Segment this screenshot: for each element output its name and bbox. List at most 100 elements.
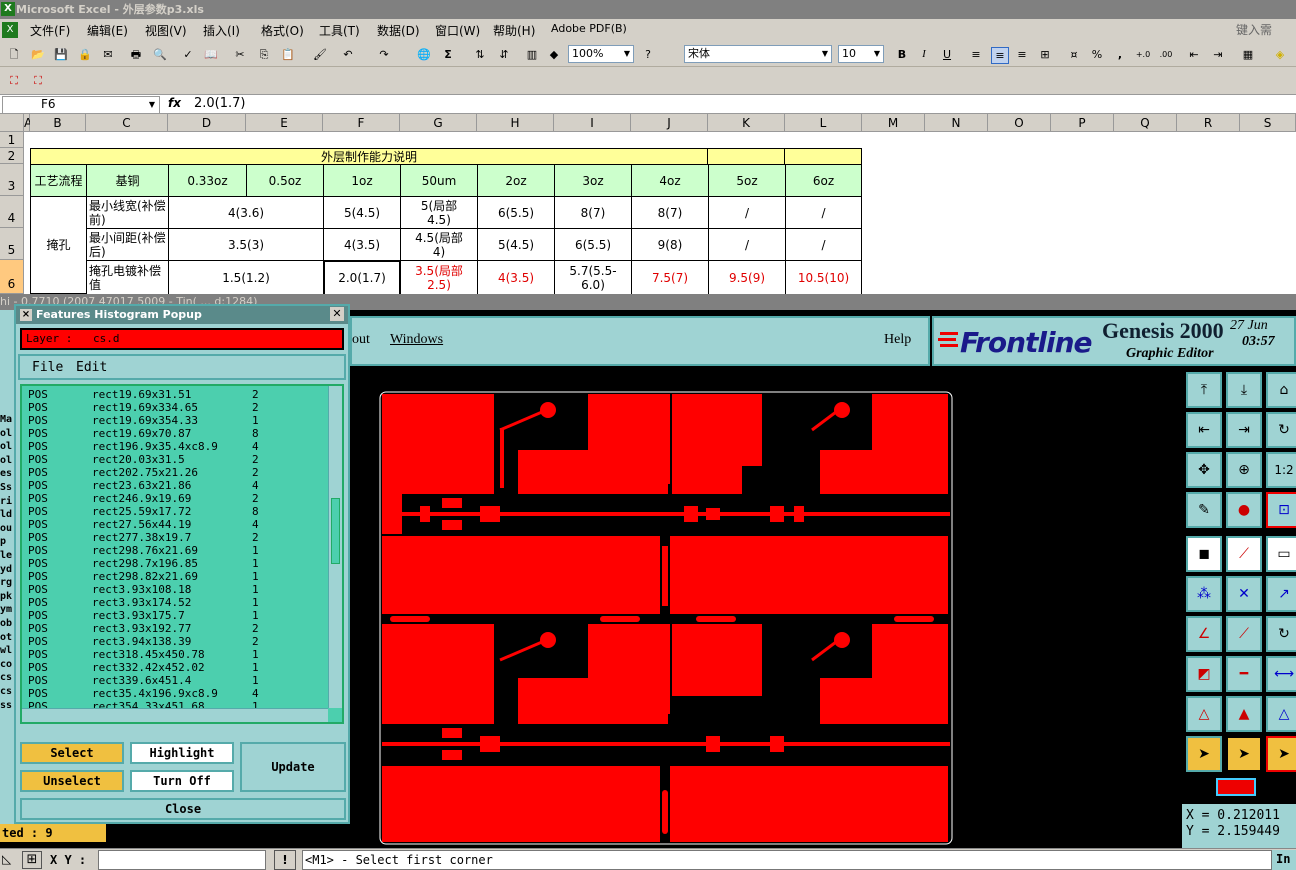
header-col[interactable]: 6oz (785, 164, 862, 197)
table-cell[interactable]: 6(5.5) (477, 196, 555, 229)
close-icon[interactable]: ✕ (330, 307, 344, 321)
pan-left-icon[interactable]: ⇤ (1186, 412, 1222, 448)
left-strip-label[interactable]: Ss (0, 482, 14, 493)
left-strip-label[interactable]: rg (0, 577, 14, 588)
list-item[interactable]: POS rect298.76x21.69 1 (28, 544, 259, 557)
pointer-alt-icon[interactable]: ➤ (1266, 736, 1296, 772)
zoom-in-icon[interactable]: ⤓ (1226, 372, 1262, 408)
column-header-o[interactable]: O (988, 114, 1051, 132)
align-right-icon[interactable]: ≡ (1014, 47, 1030, 62)
merge-center-icon[interactable]: ⊞ (1037, 47, 1053, 62)
table-cell[interactable]: 3.5(3) (168, 228, 324, 261)
close-button[interactable]: Close (20, 798, 346, 820)
currency-icon[interactable]: ¤ (1066, 47, 1082, 62)
help-icon[interactable]: ? (640, 47, 656, 62)
select-button[interactable]: Select (20, 742, 124, 764)
column-header-b[interactable]: B (30, 114, 86, 132)
chart-wizard-icon[interactable]: ▥ (524, 47, 540, 62)
column-header-g[interactable]: G (400, 114, 477, 132)
table-cell[interactable]: 4(3.6) (168, 196, 324, 229)
window-menu-icon[interactable]: ⨯ (20, 309, 32, 321)
menu-adobe-pdf[interactable]: Adobe PDF(B) (551, 22, 627, 35)
borders-icon[interactable]: ▦ (1240, 47, 1256, 62)
active-layer-indicator[interactable] (1216, 778, 1256, 796)
excel-doc-icon[interactable]: X (2, 22, 18, 38)
table-cell[interactable]: 9(8) (631, 228, 709, 261)
table-cell[interactable]: 4.5(局部4) (400, 228, 478, 261)
column-header-e[interactable]: E (246, 114, 323, 132)
highlight-button[interactable]: Highlight (130, 742, 234, 764)
decrease-decimal-icon[interactable]: .00 (1158, 47, 1174, 62)
pdf-email-icon[interactable]: ⛶ (30, 73, 46, 88)
table-cell[interactable]: / (785, 196, 862, 229)
row-header-3[interactable]: 3 (0, 164, 24, 196)
menu-edit[interactable]: 编辑(E) (87, 22, 128, 39)
list-item[interactable]: POS rect277.38x19.7 2 (28, 531, 259, 544)
comma-button[interactable]: , (1112, 47, 1128, 62)
list-item[interactable]: POS rect35.4x196.9xc8.9 4 (28, 687, 259, 700)
format-painter-icon[interactable]: 🖌 (312, 47, 328, 62)
left-strip-label[interactable]: ld (0, 509, 14, 520)
column-header-h[interactable]: H (477, 114, 554, 132)
menu-view[interactable]: 视图(V) (145, 22, 187, 39)
table-cell[interactable]: 5(4.5) (477, 228, 555, 261)
increase-indent-icon[interactable]: ⇥ (1210, 47, 1226, 62)
ruler-icon[interactable]: ▭ (1266, 536, 1296, 572)
header-col[interactable]: 0.33oz (168, 164, 247, 197)
column-header-r[interactable]: R (1177, 114, 1240, 132)
header-process[interactable]: 工艺流程 (30, 164, 87, 197)
menu-file[interactable]: 文件(F) (30, 22, 70, 39)
column-header-n[interactable]: N (925, 114, 988, 132)
column-header-c[interactable]: C (86, 114, 168, 132)
name-box[interactable]: F6 ▼ (2, 96, 160, 115)
table-title-cell-l[interactable] (784, 148, 862, 165)
cut-icon[interactable]: ✂ (232, 47, 248, 62)
arc-icon[interactable]: ↗ (1266, 576, 1296, 612)
angle-icon[interactable]: ∠ (1186, 616, 1222, 652)
zoom-combo[interactable]: 100% ▼ (568, 45, 634, 63)
list-item[interactable]: POS rect19.69x70.87 8 (28, 427, 259, 440)
left-strip-label[interactable]: ol (0, 428, 14, 439)
column-header-l[interactable]: L (785, 114, 862, 132)
column-header-p[interactable]: P (1051, 114, 1114, 132)
font-name-combo[interactable]: 宋体 ▼ (684, 45, 832, 63)
column-header-q[interactable]: Q (1114, 114, 1177, 132)
header-col[interactable]: 2oz (477, 164, 555, 197)
scale-icon[interactable]: 1:2 (1266, 452, 1296, 488)
unselect-button[interactable]: Unselect (20, 770, 124, 792)
table-title-cell-k[interactable] (707, 148, 785, 165)
bold-button[interactable]: B (894, 47, 910, 62)
select-all-corner[interactable] (0, 114, 24, 132)
alert-icon[interactable]: ! (274, 850, 296, 870)
slash-icon[interactable]: ⟋ (1226, 616, 1262, 652)
pdf-create-icon[interactable]: ⛶ (6, 73, 22, 88)
status-right[interactable]: In (1272, 850, 1296, 870)
histogram-list[interactable]: POS rect19.69x31.51 2 POS rect19.69x334.65 2 P… (20, 384, 344, 724)
fit-all-icon[interactable]: ⊕ (1226, 452, 1262, 488)
list-item[interactable]: POS rect3.94x138.39 2 (28, 635, 259, 648)
new-icon[interactable]: 🗋 (6, 47, 22, 62)
table-cell[interactable]: 8(7) (631, 196, 709, 229)
print-icon[interactable]: 🖶 (128, 47, 144, 62)
left-strip-label[interactable]: ou (0, 523, 14, 534)
left-strip-label[interactable]: le (0, 550, 14, 561)
sort-ascending-icon[interactable]: ⇅ (472, 47, 488, 62)
pan-right-icon[interactable]: ⇥ (1226, 412, 1262, 448)
move-icon[interactable]: ◩ (1186, 656, 1222, 692)
print-preview-icon[interactable]: 🔍 (152, 47, 168, 62)
triangle-outline-icon[interactable]: ▲ (1226, 696, 1262, 732)
fit-icon[interactable]: ✥ (1186, 452, 1222, 488)
header-col[interactable]: 50um (400, 164, 478, 197)
left-strip-label[interactable]: yd (0, 564, 14, 575)
fill-color-icon[interactable]: ◈ (1272, 47, 1288, 62)
list-item[interactable]: POS rect25.59x17.72 8 (28, 505, 259, 518)
table-cell[interactable]: 10.5(10) (785, 260, 862, 294)
row-header-4[interactable]: 4 (0, 196, 24, 228)
table-cell[interactable]: 8(7) (554, 196, 632, 229)
table-cell[interactable]: 5(局部4.5) (400, 196, 478, 229)
header-base-copper[interactable]: 基铜 (86, 164, 169, 197)
list-item[interactable]: POS rect3.93x175.7 1 (28, 609, 259, 622)
left-strip-label[interactable]: Ma (0, 414, 14, 425)
italic-button[interactable]: I (916, 47, 932, 62)
table-cell[interactable]: 6(5.5) (554, 228, 632, 261)
